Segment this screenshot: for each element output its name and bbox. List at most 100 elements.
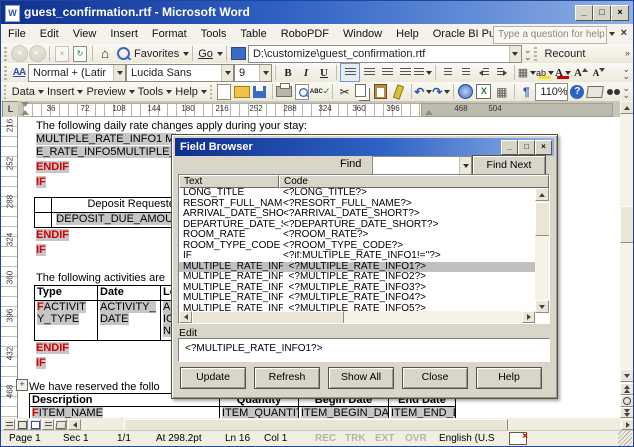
select-browse-object-icon[interactable] [620,395,634,407]
help-icon[interactable]: ? [568,83,586,100]
decrease-indent-icon[interactable] [475,64,493,81]
hanging-indent-marker[interactable] [21,110,29,115]
list-horizontal-scrollbar[interactable] [179,311,535,323]
help-button[interactable]: Help [476,367,542,389]
table-move-handle-icon[interactable]: + [16,379,28,391]
help-question-input[interactable]: Type a question for help [493,26,607,44]
bip-insert-menu[interactable]: Insert [44,86,78,98]
column-header-text[interactable]: Text [179,175,279,188]
find-dropdown-icon[interactable] [459,157,471,175]
minimize-button[interactable]: _ [575,5,593,21]
save-icon[interactable] [251,83,269,100]
favorites-button[interactable]: Favorites [132,48,181,60]
font-size-combo[interactable]: 9 [234,64,272,82]
scroll-right-icon[interactable] [522,311,535,323]
scroll-right-icon[interactable] [621,419,634,430]
scroll-up-icon[interactable] [620,101,634,114]
bip-tools-menu[interactable]: Tools [135,86,167,98]
field-row[interactable]: LONG_TITLE<?LONG_TITLE?> [179,188,535,199]
align-center-icon[interactable] [360,64,378,81]
underline-icon[interactable]: U [315,64,333,81]
menu-tools[interactable]: Tools [194,26,234,42]
italic-icon[interactable]: I [297,64,315,81]
align-left-icon[interactable] [340,63,360,82]
bullet-list-icon[interactable] [457,64,475,81]
title-bar[interactable]: W guest_confirmation.rtf - Microsoft Wor… [1,1,633,24]
dialog-minimize-button[interactable]: _ [501,140,518,155]
toolbar-grip[interactable] [4,85,6,99]
show-hide-pilcrow-icon[interactable]: ¶ [517,83,535,100]
format-painter-icon[interactable] [390,83,408,100]
reading-view-icon[interactable] [55,419,67,430]
if-field[interactable]: IF [36,244,46,256]
if-field[interactable]: IF [36,176,46,188]
forward-icon[interactable]: ► [28,45,46,62]
scroll-down-icon[interactable] [620,369,634,382]
menu-file[interactable]: File [1,26,33,42]
close-dialog-button[interactable]: Close [402,367,468,389]
highlight-icon[interactable]: ab [536,64,554,81]
status-ovr[interactable]: OVR [405,433,427,444]
activities-table[interactable]: Type Date Lo FACTIVIT Y_TYPE ACTIVITY_ D… [34,285,190,341]
favorites-dropdown-icon[interactable] [183,52,189,56]
show-all-button[interactable]: Show All [328,367,394,389]
stop-icon[interactable]: × [53,45,71,62]
style-combo[interactable]: Normal + (Latir [28,64,126,82]
bip-preview-menu[interactable]: Preview [83,86,128,98]
bold-icon[interactable]: B [279,64,297,81]
formatting-overflow-icon[interactable]: ⌄⌄ [622,66,630,80]
field-row[interactable]: DEPARTURE_DATE_SH...<?DEPARTURE_DATE_SHO… [179,220,535,231]
endif-field[interactable]: ENDIF [36,161,69,173]
open-icon[interactable] [233,83,251,100]
line-spacing-icon[interactable] [414,64,432,81]
bip-data-menu[interactable]: Data [9,86,38,98]
font-color-icon[interactable]: A [554,64,572,81]
update-button[interactable]: Update [180,367,246,389]
scroll-left-icon[interactable] [68,419,81,430]
edit-field[interactable]: <?MULTIPLE_RATE_INFO1?> [178,338,550,362]
maximize-button[interactable]: □ [593,5,611,21]
field-row[interactable]: MULTIPLE_RATE_INFO4 <?MULTIPLE_RATE_INFO… [179,293,535,304]
paste-icon[interactable] [372,83,390,100]
column-header-code[interactable]: Code [279,175,549,188]
find-combo[interactable] [372,156,472,176]
scroll-thumb[interactable] [535,202,550,236]
borders-icon[interactable]: ▦ [518,64,536,81]
go-dropdown-icon[interactable] [217,52,223,56]
cut-icon[interactable]: ✂ [336,83,354,100]
toolbar-grip[interactable] [534,47,537,61]
recount-button[interactable]: Recount [540,48,589,60]
address-combo[interactable]: D:\customize\guest_confirmation.rtf [248,45,522,63]
print-layout-view-icon[interactable] [29,419,41,430]
refresh-icon[interactable]: ↻ [71,45,89,62]
field-code-line[interactable]: E_RATE_INFO5MULTIPLE_RA [36,146,176,158]
scroll-up-icon[interactable] [535,188,549,201]
read-mode-icon[interactable] [586,83,604,100]
undo-icon[interactable]: ↶ [414,83,432,100]
field-row[interactable]: ROOM_RATE<?ROOM_RATE?> [179,230,535,241]
field-browser-dialog[interactable]: Field Browser _ □ × Find Find Next Text … [171,134,558,399]
toolbar-grip[interactable] [210,85,212,99]
recount-overflow-icon[interactable]: » [625,50,630,57]
next-page-icon[interactable] [620,407,634,418]
refresh-button[interactable]: Refresh [254,367,320,389]
scroll-thumb[interactable] [192,311,344,324]
menu-format[interactable]: Format [145,26,194,42]
copy-icon[interactable] [354,83,372,100]
status-trk[interactable]: TRK [345,433,366,444]
menu-window[interactable]: Window [336,26,389,42]
menu-edit[interactable]: Edit [33,26,66,42]
outline-view-icon[interactable] [42,419,54,430]
menu-insert[interactable]: Insert [103,26,145,42]
align-right-icon[interactable] [378,64,396,81]
endif-field[interactable]: ENDIF [36,342,69,354]
endif-field[interactable]: ENDIF [36,229,69,241]
web-overflow-icon[interactable]: ⌄⌄ [524,47,532,61]
field-row-selected[interactable]: MULTIPLE_RATE_INFO1 <?MULTIPLE_RATE_INFO… [179,262,535,273]
numbered-list-icon[interactable] [439,64,457,81]
spelling-icon[interactable]: ABC✓ [311,83,329,100]
show-web-toolbar-icon[interactable] [230,45,248,62]
shrink-font-icon[interactable]: A [590,64,608,81]
toolbar-grip[interactable] [4,47,7,61]
insert-table-icon[interactable]: ▦ [493,83,511,100]
